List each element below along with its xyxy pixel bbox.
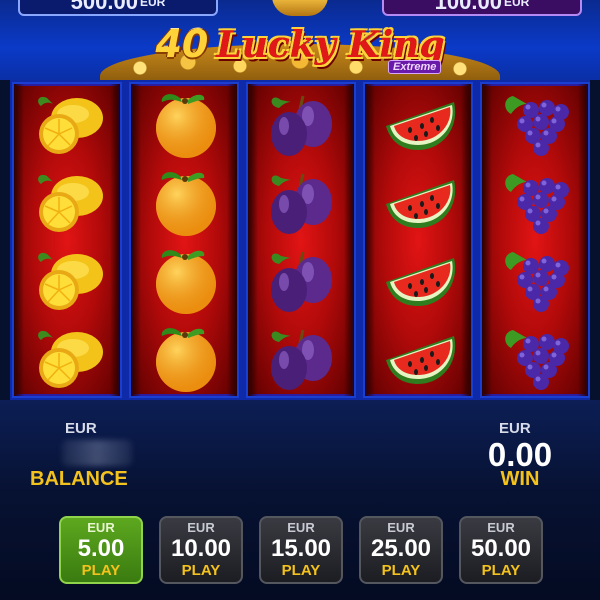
reels-area: [10, 80, 590, 400]
reel-1: [12, 82, 122, 398]
bet-button-5[interactable]: EUR 50.00 PLAY: [459, 516, 543, 584]
lemon-icon: [29, 244, 109, 316]
lemon-icon: [29, 88, 109, 160]
reel-4: [363, 82, 473, 398]
crown-icon: [272, 0, 328, 16]
orange-icon: [146, 166, 226, 238]
bet-amount: 50.00: [470, 535, 532, 562]
jackpot-left-amount: 500.00: [70, 0, 138, 14]
jackpot-right-amount: 100.00: [434, 0, 502, 14]
bet-amount: 25.00: [370, 535, 432, 562]
logo-number: 40: [155, 22, 209, 66]
plum-icon: [263, 166, 343, 238]
grapes-icon: [497, 244, 577, 316]
bet-amount: 10.00: [170, 535, 232, 562]
grapes-icon: [497, 166, 577, 238]
balance-label: BALANCE: [30, 468, 128, 490]
play-label: PLAY: [481, 562, 521, 579]
plum-icon: [263, 322, 343, 394]
bet-currency: EUR: [487, 520, 515, 535]
bet-currency: EUR: [187, 520, 215, 535]
bet-currency: EUR: [387, 520, 415, 535]
logo-subtitle: Extreme: [388, 60, 442, 74]
grapes-icon: [497, 88, 577, 160]
watermelon-icon: [380, 88, 460, 160]
bet-button-1[interactable]: EUR 5.00 PLAY: [59, 516, 143, 584]
reel-5: [480, 82, 590, 398]
watermelon-icon: [380, 244, 460, 316]
bet-button-3[interactable]: EUR 15.00 PLAY: [259, 516, 343, 584]
play-label: PLAY: [281, 562, 321, 579]
bet-amount: 5.00: [77, 535, 125, 562]
play-label: PLAY: [381, 562, 421, 579]
orange-icon: [146, 88, 226, 160]
balance-value-obscured: [62, 440, 132, 466]
jackpot-left-currency: EUR: [139, 0, 166, 9]
lemon-icon: [29, 322, 109, 394]
plum-icon: [263, 88, 343, 160]
lemon-icon: [29, 166, 109, 238]
jackpot-right-currency: EUR: [503, 0, 530, 9]
win-currency: EUR: [499, 420, 531, 437]
watermelon-icon: [380, 322, 460, 394]
plum-icon: [263, 244, 343, 316]
bet-currency: EUR: [87, 520, 115, 535]
reel-2: [129, 82, 239, 398]
reel-3: [246, 82, 356, 398]
watermelon-icon: [380, 166, 460, 238]
bet-button-4[interactable]: EUR 25.00 PLAY: [359, 516, 443, 584]
bet-currency: EUR: [287, 520, 315, 535]
orange-icon: [146, 244, 226, 316]
play-label: PLAY: [181, 562, 221, 579]
jackpot-display-left: 500.00 EUR: [18, 0, 218, 16]
balance-currency: EUR: [65, 420, 97, 437]
jackpot-display-right: 100.00 EUR: [382, 0, 582, 16]
game-header: 500.00 EUR 100.00 EUR 40 Lucky King Extr…: [0, 0, 600, 80]
play-label: PLAY: [81, 562, 121, 579]
bet-amount: 15.00: [270, 535, 332, 562]
win-label: WIN: [500, 468, 540, 490]
control-panel: EUR BALANCE EUR 0.00 WIN EUR 5.00 PLAY E…: [0, 400, 600, 600]
grapes-icon: [497, 322, 577, 394]
bet-button-2[interactable]: EUR 10.00 PLAY: [159, 516, 243, 584]
orange-icon: [146, 322, 226, 394]
